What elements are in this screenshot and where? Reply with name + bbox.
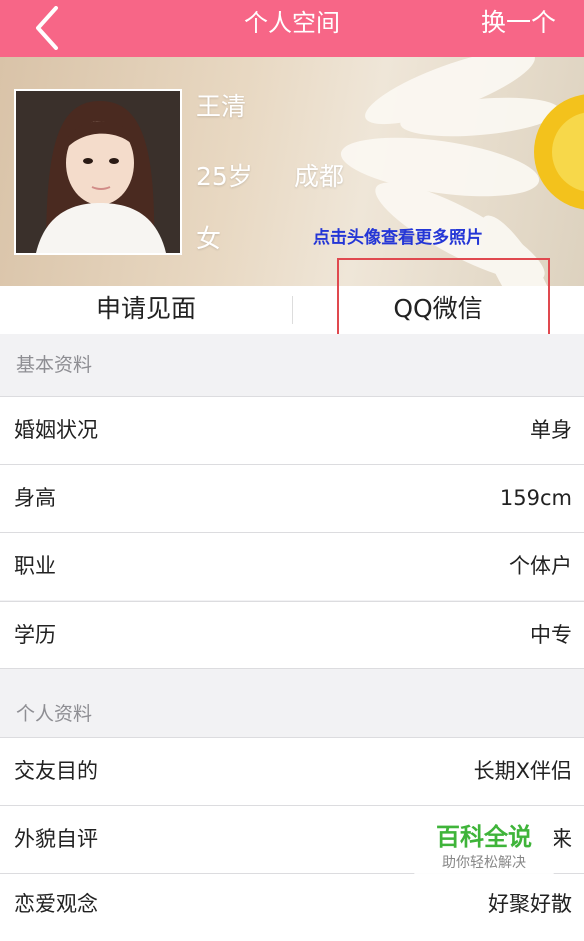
row-value: 来	[551, 827, 572, 851]
list-item[interactable]: 职业 个体户	[0, 532, 584, 600]
row-value: 中专	[530, 623, 572, 647]
profile-name: 王清	[196, 92, 247, 121]
list-item[interactable]: 学历 中专	[0, 601, 584, 669]
watermark-title: 百科全说	[436, 823, 532, 851]
row-label: 恋爱观念	[14, 892, 98, 916]
profile-gender: 女	[196, 224, 222, 253]
row-label: 交友目的	[14, 759, 98, 783]
row-value: 159cm	[499, 486, 572, 510]
row-label: 职业	[14, 554, 56, 578]
section-header-personal: 个人资料	[0, 683, 584, 745]
list-item[interactable]: 身高 159cm	[0, 464, 584, 532]
row-label: 外貌自评	[14, 827, 98, 851]
row-label: 婚姻状况	[14, 418, 98, 442]
row-value: 单身	[530, 418, 572, 442]
flower-background-image	[340, 57, 584, 286]
row-value: 长期X伴侣	[473, 759, 572, 783]
request-meeting-button[interactable]: 申请见面	[0, 286, 292, 334]
list-item[interactable]: 交友目的 长期X伴侣	[0, 737, 584, 805]
row-value: 个体户	[509, 554, 572, 578]
profile-age: 25岁	[196, 162, 253, 191]
avatar[interactable]	[14, 89, 182, 255]
watermark: 百科全说 助你轻松解决	[414, 814, 554, 876]
watermark-subtitle: 助你轻松解决	[442, 855, 526, 871]
nav-bar: 个人空间 换一个	[0, 0, 584, 57]
row-label: 身高	[14, 486, 56, 510]
row-value: 好聚好散	[488, 892, 572, 916]
row-label: 学历	[14, 623, 56, 647]
list-item[interactable]: 恋爱观念 好聚好散	[0, 873, 584, 941]
section-header-basic: 基本资料	[0, 334, 584, 396]
list-item[interactable]: 婚姻状况 单身	[0, 396, 584, 464]
more-photos-link[interactable]: 点击头像查看更多照片	[313, 223, 483, 248]
avatar-photo	[16, 91, 180, 253]
profile-city: 成都	[294, 162, 345, 191]
highlight-box	[337, 258, 550, 341]
profile-header: 王清 25岁 成都 女 点击头像查看更多照片	[0, 57, 584, 286]
switch-profile-button[interactable]: 换一个	[481, 0, 556, 46]
